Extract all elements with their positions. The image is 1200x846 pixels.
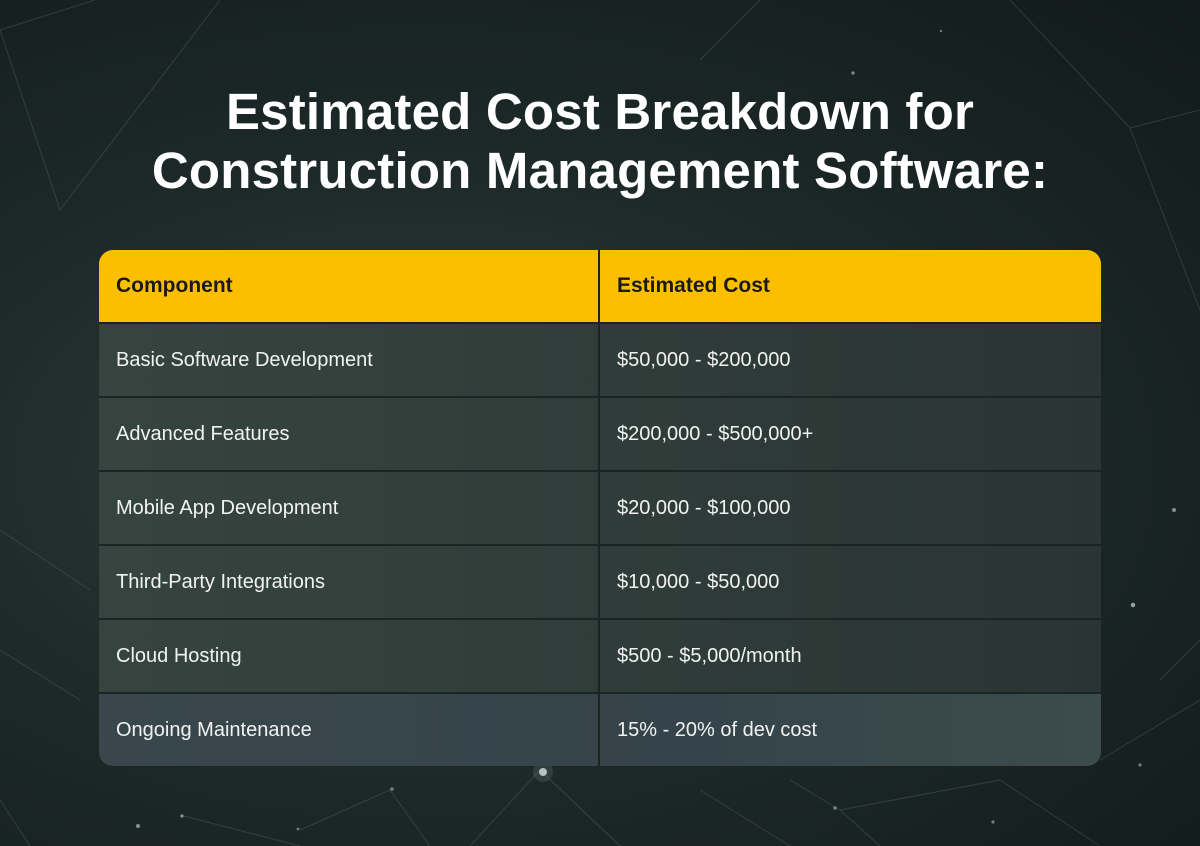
page-title: Estimated Cost Breakdown for Constructio… bbox=[0, 82, 1200, 200]
table-row: Advanced Features $200,000 - $500,000+ bbox=[99, 396, 1101, 470]
component-cell: Advanced Features bbox=[99, 398, 600, 470]
cost-breakdown-table: Component Estimated Cost Basic Software … bbox=[99, 250, 1101, 766]
table-row: Mobile App Development $20,000 - $100,00… bbox=[99, 470, 1101, 544]
table-row: Ongoing Maintenance 15% - 20% of dev cos… bbox=[99, 692, 1101, 766]
cost-cell: $200,000 - $500,000+ bbox=[617, 422, 814, 445]
table-header-row: Component Estimated Cost bbox=[99, 250, 1101, 322]
component-cell: Ongoing Maintenance bbox=[99, 694, 600, 766]
table-row: Cloud Hosting $500 - $5,000/month bbox=[99, 618, 1101, 692]
component-cell: Mobile App Development bbox=[99, 472, 600, 544]
component-cell: Basic Software Development bbox=[99, 324, 600, 396]
cost-cell: $500 - $5,000/month bbox=[617, 644, 802, 667]
page-title-line-2: Construction Management Software: bbox=[151, 142, 1049, 199]
column-header-component: Component bbox=[99, 250, 600, 322]
cost-cell: $50,000 - $200,000 bbox=[617, 348, 791, 371]
table-row: Third-Party Integrations $10,000 - $50,0… bbox=[99, 544, 1101, 618]
component-cell: Cloud Hosting bbox=[99, 620, 600, 692]
cost-cell: 15% - 20% of dev cost bbox=[617, 718, 818, 741]
table-row: Basic Software Development $50,000 - $20… bbox=[99, 322, 1101, 396]
column-header-estimated-cost: Estimated Cost bbox=[617, 274, 770, 297]
cost-cell: $20,000 - $100,000 bbox=[617, 496, 791, 519]
page-title-line-1: Estimated Cost Breakdown for bbox=[225, 83, 975, 140]
component-cell: Third-Party Integrations bbox=[99, 546, 600, 618]
cost-cell: $10,000 - $50,000 bbox=[617, 570, 780, 593]
